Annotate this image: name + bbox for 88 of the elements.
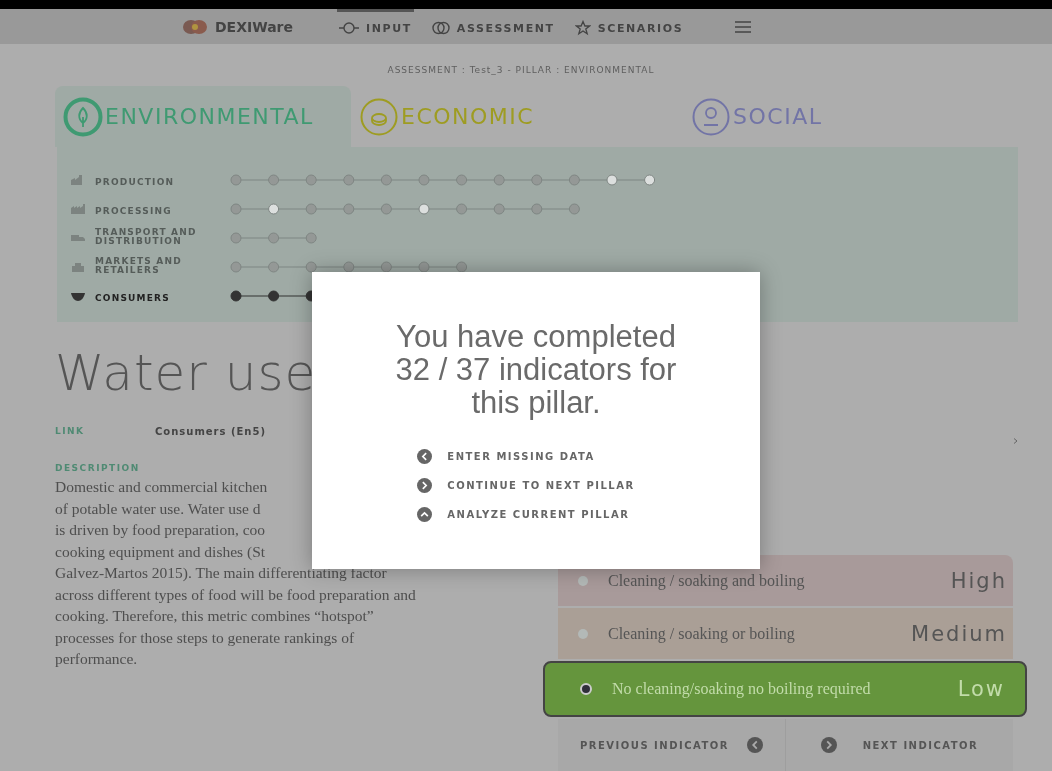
- dialog-action[interactable]: CONTINUE TO NEXT PILLAR: [417, 478, 635, 493]
- factory-icon: [71, 203, 85, 214]
- answer-option[interactable]: Cleaning / soaking or boiling Medium: [558, 608, 1013, 659]
- step-dot[interactable]: [343, 203, 355, 214]
- step-dot[interactable]: [380, 203, 392, 214]
- description-line: Galvez-Martos 2015). The main differentiating factor: [55, 563, 387, 583]
- step-dot[interactable]: [644, 174, 656, 185]
- radio-dot: [580, 683, 592, 695]
- step-dot[interactable]: [305, 261, 317, 272]
- answer-option[interactable]: No cleaning/soaking no boiling required Low: [543, 661, 1027, 717]
- chevron-icon: [1013, 438, 1018, 444]
- link-label: LINK: [55, 426, 86, 437]
- step-dot[interactable]: [305, 203, 317, 214]
- description-line: of potable water use. Water use d: [55, 498, 261, 519]
- step-dot[interactable]: [268, 290, 280, 301]
- step-dot[interactable]: [606, 174, 618, 185]
- coin-icon: [359, 96, 399, 137]
- stage-label[interactable]: MARKETS AND RETAILERS: [95, 256, 225, 275]
- step-dot[interactable]: [418, 261, 430, 272]
- step-dot[interactable]: [305, 232, 317, 243]
- chevron-left-icon: [747, 737, 764, 753]
- factory-icon: [71, 174, 85, 185]
- stage-label[interactable]: PRODUCTION: [95, 178, 175, 187]
- step-dot[interactable]: [230, 174, 242, 185]
- star-icon: [574, 20, 591, 36]
- step-dot[interactable]: [493, 203, 505, 214]
- truck-icon: [71, 232, 85, 243]
- breadcrumb: ASSESSMENT : Test_3 - PILLAR : ENVIRONMENTAL: [387, 65, 655, 75]
- chevron-right-icon: [417, 478, 433, 493]
- description-line: performance.: [55, 649, 138, 669]
- stage-label[interactable]: TRANSPORT AND DISTRIBUTION: [95, 227, 225, 246]
- link-value: Consumers (En5): [155, 426, 266, 437]
- dialog-action[interactable]: ENTER MISSING DATA: [417, 449, 595, 464]
- nav-tab[interactable]: INPUT: [337, 9, 414, 44]
- pillar-tab[interactable]: SOCIAL: [683, 86, 835, 147]
- step-dot[interactable]: [380, 174, 392, 185]
- step-dot[interactable]: [305, 174, 317, 185]
- step-dot[interactable]: [493, 174, 505, 185]
- description-line: Domestic and commercial kitchen: [55, 477, 268, 497]
- step-dot[interactable]: [456, 261, 468, 272]
- dialog-action[interactable]: ANALYZE CURRENT PILLAR: [417, 507, 630, 522]
- next-button[interactable]: NEXT INDICATOR: [785, 719, 1013, 771]
- rings-icon: [431, 21, 450, 35]
- step-dot[interactable]: [343, 174, 355, 185]
- previous-button[interactable]: PREVIOUS INDICATOR: [558, 719, 785, 771]
- nav-tab[interactable]: SCENARIOS: [572, 9, 686, 44]
- step-dot[interactable]: [418, 203, 430, 214]
- step-dot[interactable]: [568, 174, 580, 185]
- description-line: cooking. Therefore, this metric combines “hotspot”: [55, 606, 374, 626]
- step-dot[interactable]: [230, 290, 242, 301]
- step-dot[interactable]: [268, 203, 280, 214]
- description-line: cooking equipment and dishes (St: [55, 541, 266, 562]
- bowl-icon: [71, 290, 85, 301]
- app-name: DEXIWare: [215, 18, 293, 35]
- step-dot[interactable]: [230, 203, 242, 214]
- radio-dot: [578, 628, 588, 639]
- step-dot[interactable]: [456, 174, 468, 185]
- description-label: DESCRIPTION: [55, 463, 140, 473]
- step-dot[interactable]: [268, 174, 280, 185]
- step-dot[interactable]: [268, 232, 280, 243]
- step-dot[interactable]: [418, 174, 430, 185]
- step-dot[interactable]: [531, 203, 543, 214]
- radio-dot: [578, 575, 588, 586]
- logo-icon: [183, 18, 207, 35]
- description-line: processes for those steps to generate rankings of: [55, 627, 355, 648]
- menu-icon[interactable]: [735, 20, 752, 33]
- chevron-right-icon: [820, 737, 837, 753]
- description-line: is driven by food preparation, coo: [55, 520, 266, 540]
- stage-label[interactable]: CONSUMERS: [95, 294, 170, 303]
- leaf-icon: [63, 96, 103, 137]
- step-dot[interactable]: [531, 174, 543, 185]
- indicator-title: Water use: [55, 344, 317, 402]
- stage-label[interactable]: PROCESSING: [95, 207, 172, 216]
- step-dot[interactable]: [343, 261, 355, 272]
- person-icon: [691, 96, 731, 137]
- nav-tab[interactable]: ASSESSMENT: [429, 9, 557, 44]
- step-dot[interactable]: [568, 203, 580, 214]
- step-dot[interactable]: [230, 232, 242, 243]
- completion-message: You have completed 32 / 37 indicators for this pillar.: [394, 320, 678, 419]
- step-dot[interactable]: [456, 203, 468, 214]
- shop-icon: [71, 261, 85, 272]
- chevron-up-icon: [417, 507, 433, 522]
- step-dot[interactable]: [230, 261, 242, 272]
- chevron-left-icon: [417, 449, 433, 464]
- step-dot[interactable]: [380, 261, 392, 272]
- step-dot[interactable]: [268, 261, 280, 272]
- description-line: across different types of food will be food preparation and: [55, 584, 416, 605]
- node-icon: [339, 22, 359, 34]
